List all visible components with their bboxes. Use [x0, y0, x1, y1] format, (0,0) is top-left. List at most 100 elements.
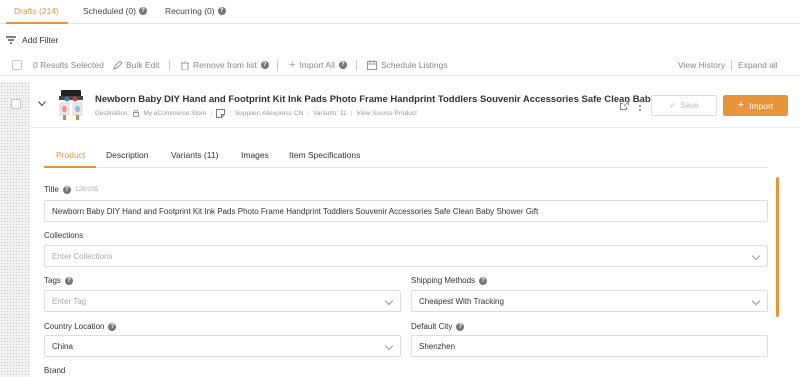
shipping-methods-label-text: Shipping Methods — [411, 276, 476, 285]
title-input-value: Newborn Baby DIY Hand and Footprint Kit … — [52, 206, 539, 216]
help-icon[interactable]: ? — [456, 322, 465, 331]
default-city-value: Shenzhen — [419, 341, 456, 351]
remove-from-list-label: Remove from list — [193, 60, 257, 70]
tab-scheduled[interactable]: Scheduled (0)? — [83, 6, 147, 16]
tab-description[interactable]: Description — [106, 150, 149, 160]
external-link-icon[interactable] — [620, 101, 629, 110]
save-button[interactable]: ✓ Save — [651, 95, 717, 116]
active-tab-indicator — [6, 22, 68, 24]
check-icon: ✓ — [669, 101, 677, 110]
help-icon[interactable]: ? — [62, 185, 71, 194]
import-all-label: Import All — [299, 60, 335, 70]
divider: | — [210, 110, 213, 117]
help-icon[interactable]: ? — [138, 7, 147, 15]
remove-from-list-button[interactable]: Remove from list ? — [181, 60, 269, 70]
tab-description-label: Description — [106, 150, 149, 160]
country-location-label: Country Location? — [44, 322, 117, 331]
pencil-icon — [113, 60, 122, 70]
help-icon[interactable]: ? — [217, 7, 226, 15]
divider: | — [307, 110, 309, 117]
select-all-checkbox[interactable] — [12, 60, 22, 70]
help-icon[interactable]: ? — [338, 61, 347, 69]
country-location-select[interactable]: China — [44, 335, 401, 357]
schedule-listings-button[interactable]: Schedule Listings — [367, 60, 448, 70]
bulk-edit-label: Bulk Edit — [126, 60, 160, 70]
action-bar: 0 Results Selected Bulk Edit Remove from… — [0, 56, 800, 76]
tags-label-text: Tags — [44, 276, 61, 285]
tab-item-specifications[interactable]: Item Specifications — [289, 150, 360, 160]
shipping-methods-label: Shipping Methods? — [411, 276, 488, 285]
product-checkbox[interactable] — [11, 99, 21, 109]
selection-stripe — [0, 82, 30, 377]
tags-select[interactable]: Enter Tag — [44, 290, 401, 312]
chevron-down-icon — [384, 341, 394, 351]
title-label: Title ? 128/255 — [44, 185, 98, 194]
product-thumbnail[interactable] — [56, 88, 86, 122]
tab-drafts[interactable]: Drafts (214) — [14, 6, 59, 16]
default-city-label-text: Default City — [411, 322, 453, 331]
tab-recurring-label: Recurring (0) — [165, 6, 215, 16]
shipping-methods-value: Cheapest With Tracking — [419, 296, 504, 306]
expand-all-link[interactable]: Expand all — [738, 60, 778, 70]
chevron-down-icon — [384, 296, 394, 306]
import-label: Import — [749, 100, 774, 111]
supplier: Supplier: Aliexpress CN — [234, 110, 304, 117]
divider — [356, 60, 357, 71]
trash-icon — [181, 60, 189, 70]
tab-variants-label: Variants (11) — [171, 150, 219, 160]
view-history-link[interactable]: View History — [678, 60, 725, 70]
tab-recurring[interactable]: Recurring (0)? — [165, 6, 226, 16]
collections-label-text: Collections — [44, 231, 84, 240]
product-title[interactable]: Newborn Baby DIY Hand and Footprint Kit … — [95, 94, 659, 105]
plus-icon: + — [737, 99, 745, 111]
tab-product-label: Product — [56, 150, 86, 160]
divider — [277, 60, 278, 71]
chevron-down-icon[interactable] — [38, 101, 46, 107]
tags-placeholder: Enter Tag — [52, 296, 87, 306]
filter-icon — [6, 36, 16, 44]
default-city-input[interactable]: Shenzhen — [411, 335, 768, 357]
note-icon[interactable] — [216, 109, 226, 118]
shipping-methods-select[interactable]: Cheapest With Tracking — [411, 290, 768, 312]
form-scrollbar[interactable] — [776, 177, 779, 317]
default-city-label: Default City? — [411, 322, 465, 331]
destination-label: Destination: — [95, 110, 130, 117]
schedule-listings-label: Schedule Listings — [381, 60, 448, 70]
import-button[interactable]: + Import — [723, 95, 788, 116]
view-history-label: View History — [678, 60, 726, 70]
divider — [169, 60, 170, 71]
collections-select[interactable]: Enter Collections — [44, 245, 768, 267]
expand-all-label: Expand all — [738, 60, 778, 70]
active-tab-indicator — [44, 166, 96, 168]
view-source-link[interactable]: View Source Product — [356, 110, 417, 117]
help-icon[interactable]: ? — [64, 276, 73, 285]
tab-drafts-label: Drafts (214) — [14, 6, 59, 16]
divider — [731, 60, 732, 71]
more-options-icon[interactable] — [638, 100, 641, 111]
help-icon[interactable]: ? — [479, 276, 488, 285]
tab-images[interactable]: Images — [241, 150, 269, 160]
title-char-count: 128/255 — [74, 186, 99, 193]
chevron-down-icon — [751, 296, 761, 306]
help-icon[interactable]: ? — [108, 322, 117, 331]
help-icon[interactable]: ? — [260, 61, 269, 69]
product-meta: Destination: My eCommerce Store | | Supp… — [95, 109, 417, 118]
divider: | — [350, 110, 353, 117]
divider: | — [229, 110, 231, 117]
country-location-value: China — [52, 341, 73, 351]
chevron-down-icon — [751, 251, 761, 261]
import-all-button[interactable]: + Import All ? — [289, 58, 347, 71]
store-icon — [133, 110, 140, 117]
top-tabs: Drafts (214) Scheduled (0)? Recurring (0… — [0, 0, 800, 24]
tab-product[interactable]: Product — [56, 150, 85, 160]
tab-scheduled-label: Scheduled (0) — [83, 6, 136, 16]
bulk-edit-button[interactable]: Bulk Edit — [113, 60, 160, 70]
tab-variants[interactable]: Variants (11) — [171, 150, 218, 160]
brand-label: Brand — [44, 366, 65, 375]
title-input[interactable]: Newborn Baby DIY Hand and Footprint Kit … — [44, 200, 768, 222]
destination-value: My eCommerce Store — [143, 110, 207, 117]
filter-bar[interactable]: Add Filter — [0, 30, 800, 50]
plus-icon: + — [289, 58, 296, 71]
variants-count: Variants: 11 — [312, 110, 347, 117]
product-tabs: Product Description Variants (11) Images… — [44, 140, 768, 168]
